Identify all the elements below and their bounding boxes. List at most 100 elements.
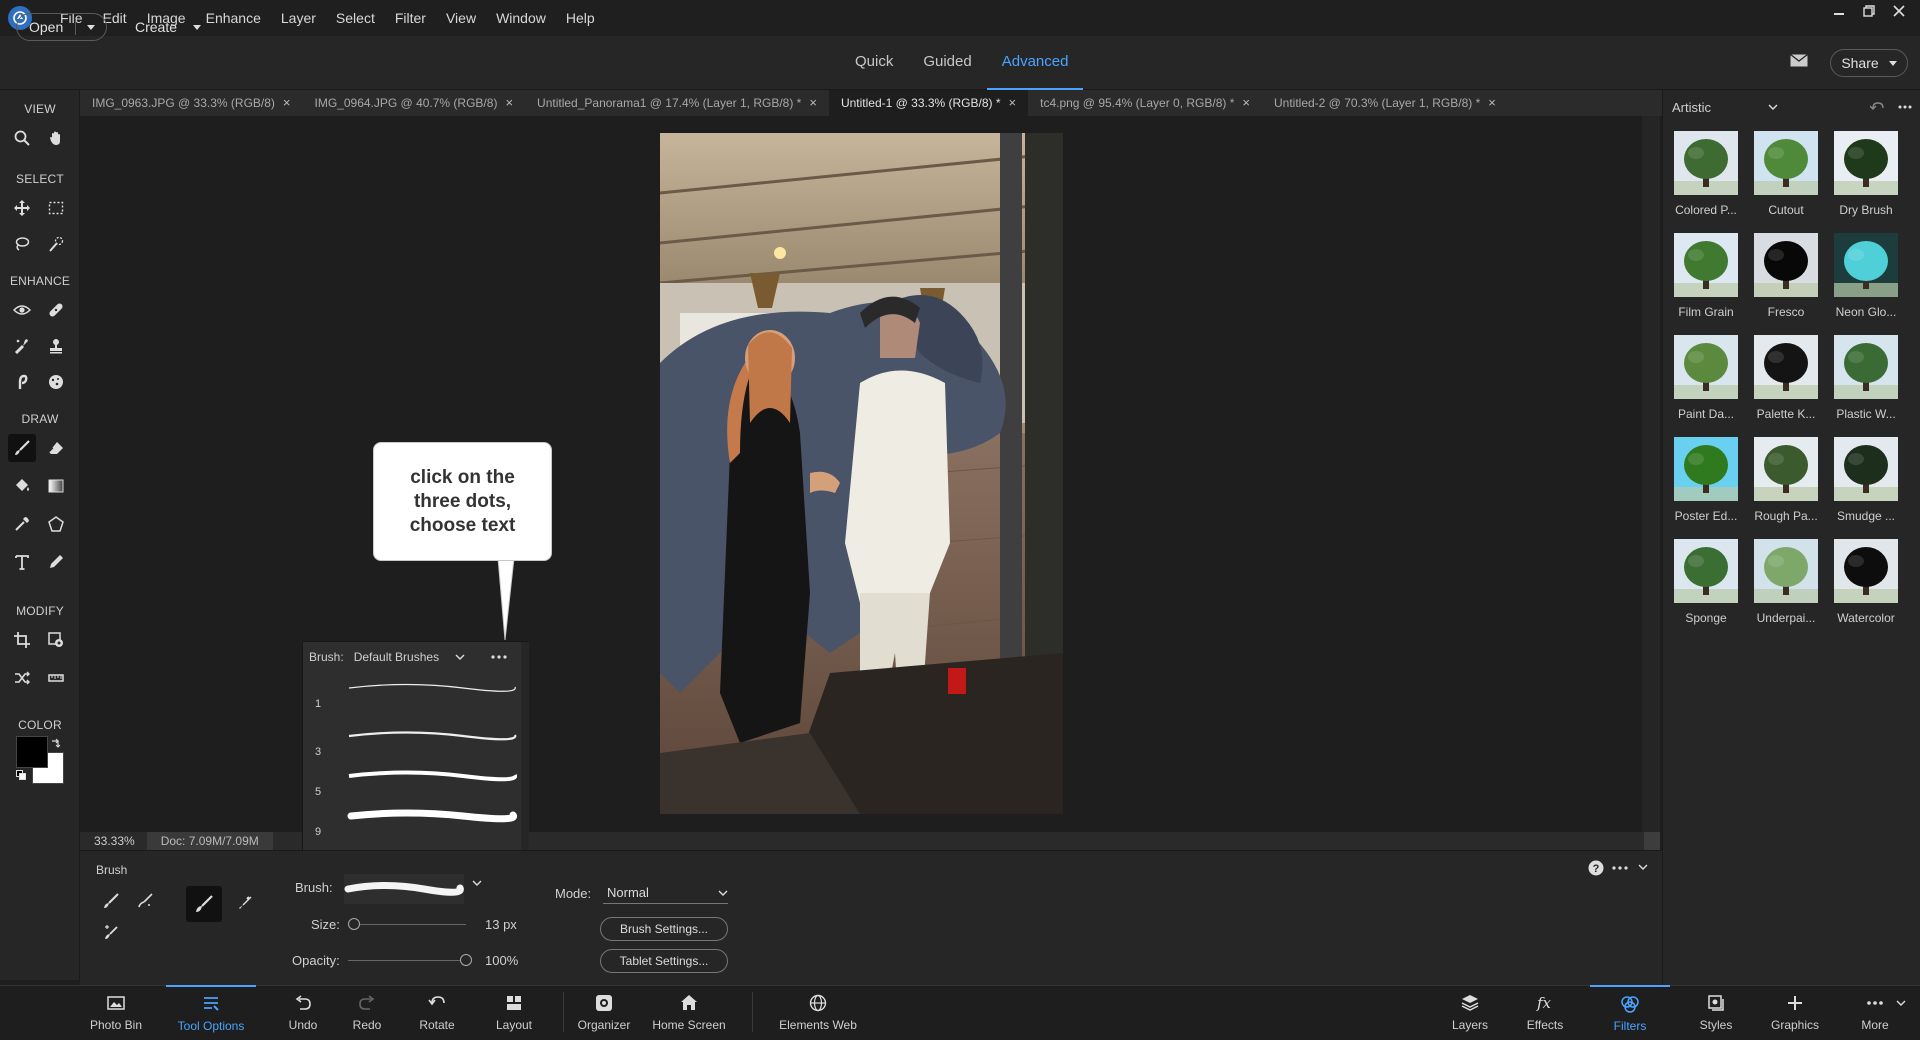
- panel-more-icon[interactable]: [1612, 866, 1628, 870]
- taskbar-effects[interactable]: fx Effects: [1510, 985, 1580, 1040]
- gradient-tool-icon[interactable]: [42, 472, 70, 500]
- recompose-tool-icon[interactable]: [42, 626, 70, 654]
- opacity-slider-knob[interactable]: [460, 954, 472, 966]
- foreground-color-swatch[interactable]: [16, 736, 48, 768]
- default-colors-icon[interactable]: [16, 770, 26, 780]
- brush-preview-picker[interactable]: [344, 874, 464, 904]
- brush-variant-icon[interactable]: [96, 886, 126, 916]
- menu-filter[interactable]: Filter: [385, 0, 436, 36]
- opacity-value[interactable]: 100%: [485, 953, 518, 968]
- blend-mode-select[interactable]: Normal: [603, 882, 728, 904]
- menu-help[interactable]: Help: [556, 0, 605, 36]
- taskbar-layout[interactable]: Layout: [479, 985, 549, 1040]
- content-aware-move-icon[interactable]: [8, 664, 36, 692]
- filter-thumbnail[interactable]: [1754, 437, 1818, 501]
- brush-settings-button[interactable]: Brush Settings...: [600, 917, 728, 941]
- document-photo[interactable]: [660, 133, 1063, 814]
- marquee-tool-icon[interactable]: [42, 194, 70, 222]
- doc-tab[interactable]: IMG_0964.JPG @ 40.7% (RGB/8) ×: [303, 90, 526, 116]
- brush-dropdown-chevron-icon[interactable]: [472, 880, 482, 886]
- filter-item[interactable]: Film Grain: [1670, 233, 1742, 319]
- smudge-tool-icon[interactable]: [8, 368, 36, 396]
- tablet-settings-button[interactable]: Tablet Settings...: [600, 949, 728, 973]
- taskbar-filters[interactable]: Filters: [1590, 985, 1670, 1040]
- airbrush-icon[interactable]: [230, 888, 260, 918]
- red-eye-tool-icon[interactable]: [8, 296, 36, 324]
- taskbar-redo[interactable]: Redo: [337, 985, 397, 1040]
- zoom-readout[interactable]: 33.33%: [80, 834, 147, 848]
- taskbar-styles[interactable]: Styles: [1681, 985, 1751, 1040]
- filter-thumbnail[interactable]: [1754, 335, 1818, 399]
- tab-advanced[interactable]: Advanced: [986, 36, 1084, 90]
- menu-layer[interactable]: Layer: [271, 0, 326, 36]
- filter-item[interactable]: Dry Brush: [1830, 131, 1902, 217]
- filter-thumbnail[interactable]: [1674, 131, 1738, 195]
- panel-options-icon[interactable]: [1898, 105, 1912, 109]
- filter-item[interactable]: Neon Glo...: [1830, 233, 1902, 319]
- brush-tool-icon[interactable]: [8, 434, 36, 462]
- crop-tool-icon[interactable]: [8, 626, 36, 654]
- lasso-tool-icon[interactable]: [8, 230, 36, 258]
- taskbar-elements-web[interactable]: Elements Web: [768, 985, 868, 1040]
- filter-item[interactable]: Smudge ...: [1830, 437, 1902, 523]
- filter-item[interactable]: Paint Da...: [1670, 335, 1742, 421]
- clone-stamp-icon[interactable]: [42, 332, 70, 360]
- horizontal-scrollbar[interactable]: [530, 832, 1660, 850]
- doc-tab[interactable]: Untitled-2 @ 70.3% (Layer 1, RGB/8) * ×: [1262, 90, 1508, 116]
- filter-item[interactable]: Colored P...: [1670, 131, 1742, 217]
- opacity-slider-track[interactable]: [348, 960, 466, 961]
- size-slider-track[interactable]: [348, 924, 466, 925]
- healing-brush-icon[interactable]: [42, 296, 70, 324]
- filter-item[interactable]: Watercolor: [1830, 539, 1902, 625]
- filter-thumbnail[interactable]: [1674, 233, 1738, 297]
- filter-item[interactable]: Plastic W...: [1830, 335, 1902, 421]
- move-tool-icon[interactable]: [8, 194, 36, 222]
- size-slider-knob[interactable]: [347, 918, 360, 930]
- menu-window[interactable]: Window: [486, 0, 556, 36]
- quick-selection-tool-icon[interactable]: [42, 230, 70, 258]
- reset-icon[interactable]: [1870, 101, 1884, 113]
- taskbar-expand-icon[interactable]: [1896, 1000, 1906, 1006]
- help-icon[interactable]: ?: [1588, 860, 1604, 876]
- brush-library-select[interactable]: Default Brushes: [354, 650, 465, 664]
- doc-tab[interactable]: Untitled_Panorama1 @ 17.4% (Layer 1, RGB…: [525, 90, 829, 116]
- close-icon[interactable]: [1888, 2, 1910, 20]
- text-tool-icon[interactable]: [8, 548, 36, 576]
- filter-thumbnail[interactable]: [1674, 539, 1738, 603]
- eyedropper-icon[interactable]: [8, 510, 36, 538]
- filter-item[interactable]: Palette K...: [1750, 335, 1822, 421]
- filter-item[interactable]: Rough Pa...: [1750, 437, 1822, 523]
- taskbar-undo[interactable]: Undo: [273, 985, 333, 1040]
- filter-category-select[interactable]: Artistic: [1672, 96, 1912, 118]
- tab-guided[interactable]: Guided: [908, 36, 986, 90]
- shape-tool-icon[interactable]: [42, 510, 70, 538]
- taskbar-organizer[interactable]: Organizer: [564, 985, 644, 1040]
- impressionist-brush-icon[interactable]: [130, 886, 160, 916]
- straighten-tool-icon[interactable]: [42, 664, 70, 692]
- filter-item[interactable]: Sponge: [1670, 539, 1742, 625]
- close-tab-icon[interactable]: ×: [1488, 90, 1496, 116]
- filter-thumbnail[interactable]: [1674, 437, 1738, 501]
- close-tab-icon[interactable]: ×: [1009, 90, 1017, 116]
- brush-preset-row[interactable]: 5: [303, 752, 523, 798]
- mail-icon[interactable]: [1790, 54, 1808, 67]
- filter-thumbnail[interactable]: [1754, 539, 1818, 603]
- filter-thumbnail[interactable]: [1754, 131, 1818, 195]
- brush-preset-row[interactable]: 3: [303, 712, 523, 758]
- restore-icon[interactable]: [1858, 2, 1880, 20]
- brush-mode-normal-icon[interactable]: [186, 886, 222, 922]
- open-button[interactable]: Open: [16, 13, 107, 41]
- taskbar-more[interactable]: More: [1840, 985, 1910, 1040]
- filter-item[interactable]: Underpai...: [1750, 539, 1822, 625]
- create-button[interactable]: Create: [135, 13, 202, 41]
- paint-bucket-icon[interactable]: [8, 472, 36, 500]
- taskbar-rotate[interactable]: Rotate: [402, 985, 472, 1040]
- vertical-scrollbar[interactable]: [1642, 116, 1660, 832]
- close-tab-icon[interactable]: ×: [283, 90, 291, 116]
- doc-tab[interactable]: tc4.png @ 95.4% (Layer 0, RGB/8) * ×: [1028, 90, 1262, 116]
- doc-tab[interactable]: IMG_0963.JPG @ 33.3% (RGB/8) ×: [80, 90, 303, 116]
- pencil-tool-icon[interactable]: [42, 548, 70, 576]
- close-tab-icon[interactable]: ×: [809, 90, 817, 116]
- brush-preset-row[interactable]: 1: [303, 672, 523, 712]
- filter-thumbnail[interactable]: [1834, 131, 1898, 195]
